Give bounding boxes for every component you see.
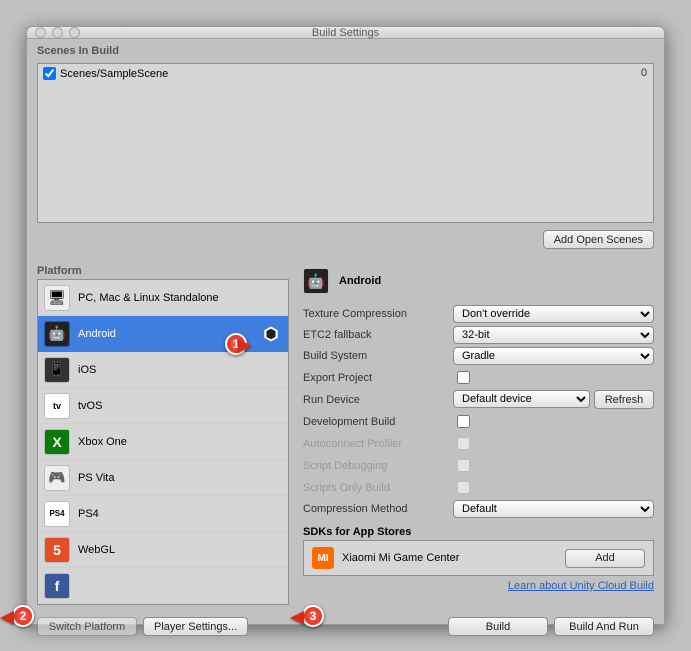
ios-icon: 📱 (44, 357, 70, 383)
build-button[interactable]: Build (448, 617, 548, 636)
sdk-add-button[interactable]: Add (565, 549, 645, 568)
callout-1: 1 (225, 333, 247, 355)
window-title: Build Settings (27, 27, 664, 39)
label-build-system: Build System (303, 350, 453, 362)
label-run-device: Run Device (303, 394, 453, 406)
player-settings-button[interactable]: Player Settings... (143, 617, 248, 636)
platform-item-xboxone[interactable]: X Xbox One (38, 424, 288, 460)
checkbox-script-debug (457, 459, 470, 472)
android-icon: 🤖 (44, 321, 70, 347)
platform-item-label: PC, Mac & Linux Standalone (78, 292, 219, 304)
sdk-item-name: Xiaomi Mi Game Center (342, 552, 459, 564)
platform-item-label: PS4 (78, 508, 99, 520)
build-settings-window: Build Settings Scenes In Build Scenes/Sa… (26, 26, 665, 625)
android-icon: 🤖 (303, 268, 329, 294)
scenes-label: Scenes In Build (37, 43, 654, 59)
platform-list: 🖥 PC, Mac & Linux Standalone 🤖 Android 📱 (37, 279, 289, 605)
platform-item-more[interactable]: f (38, 568, 288, 604)
label-autoconnect: Autoconnect Profiler (303, 438, 453, 450)
label-etc2: ETC2 fallback (303, 329, 453, 341)
scene-name: Scenes/SampleScene (60, 68, 168, 80)
select-run-device[interactable]: Default device (453, 390, 590, 408)
sdk-box: MI Xiaomi Mi Game Center Add (303, 540, 654, 576)
platform-item-standalone[interactable]: 🖥 PC, Mac & Linux Standalone (38, 280, 288, 316)
platform-item-label: WebGL (78, 544, 115, 556)
checkbox-dev-build[interactable] (457, 415, 470, 428)
label-scripts-only: Scripts Only Build (303, 482, 453, 494)
platform-item-ios[interactable]: 📱 iOS (38, 352, 288, 388)
scene-row[interactable]: Scenes/SampleScene 0 (43, 67, 648, 80)
select-build-system[interactable]: Gradle (453, 347, 654, 365)
selected-platform-header: 🤖 Android (303, 263, 654, 299)
platform-item-webgl[interactable]: 5 WebGL (38, 532, 288, 568)
fb-icon: f (44, 573, 70, 599)
platform-item-label: iOS (78, 364, 96, 376)
webgl-icon: 5 (44, 537, 70, 563)
ps4-icon: PS4 (44, 501, 70, 527)
platform-item-label: PS Vita (78, 472, 115, 484)
scene-index: 0 (641, 67, 647, 79)
label-script-debug: Script Debugging (303, 460, 453, 472)
label-dev-build: Development Build (303, 416, 453, 428)
label-compression-method: Compression Method (303, 503, 453, 515)
callout-3: 3 (302, 605, 324, 627)
platform-label: Platform (37, 263, 289, 279)
sdk-label: SDKs for App Stores (303, 526, 654, 538)
standalone-icon: 🖥 (44, 285, 70, 311)
cloud-build-link[interactable]: Learn about Unity Cloud Build (508, 580, 654, 592)
platform-item-label: Xbox One (78, 436, 127, 448)
checkbox-export-project[interactable] (457, 371, 470, 384)
xiaomi-icon: MI (312, 547, 334, 569)
selected-platform-title: Android (339, 275, 381, 287)
checkbox-autoconnect (457, 437, 470, 450)
select-compression-method[interactable]: Default (453, 500, 654, 518)
callout-2: 2 (12, 605, 34, 627)
scene-checkbox[interactable] (43, 67, 56, 80)
switch-platform-button: Switch Platform (37, 617, 137, 636)
xbox-icon: X (44, 429, 70, 455)
label-texture-compression: Texture Compression (303, 308, 453, 320)
select-etc2[interactable]: 32-bit (453, 326, 654, 344)
scenes-box: Scenes/SampleScene 0 (37, 63, 654, 223)
build-and-run-button[interactable]: Build And Run (554, 617, 654, 636)
psvita-icon: 🎮 (44, 465, 70, 491)
platform-item-label: tvOS (78, 400, 102, 412)
platform-item-label: Android (78, 328, 116, 340)
label-export-project: Export Project (303, 372, 453, 384)
tvos-icon: tv (44, 393, 70, 419)
checkbox-scripts-only (457, 481, 470, 494)
platform-item-tvos[interactable]: tv tvOS (38, 388, 288, 424)
unity-logo-icon (262, 325, 280, 343)
select-texture-compression[interactable]: Don't override (453, 305, 654, 323)
refresh-button[interactable]: Refresh (594, 390, 654, 409)
platform-item-psvita[interactable]: 🎮 PS Vita (38, 460, 288, 496)
titlebar: Build Settings (27, 27, 664, 39)
platform-item-ps4[interactable]: PS4 PS4 (38, 496, 288, 532)
add-open-scenes-button[interactable]: Add Open Scenes (543, 230, 654, 249)
